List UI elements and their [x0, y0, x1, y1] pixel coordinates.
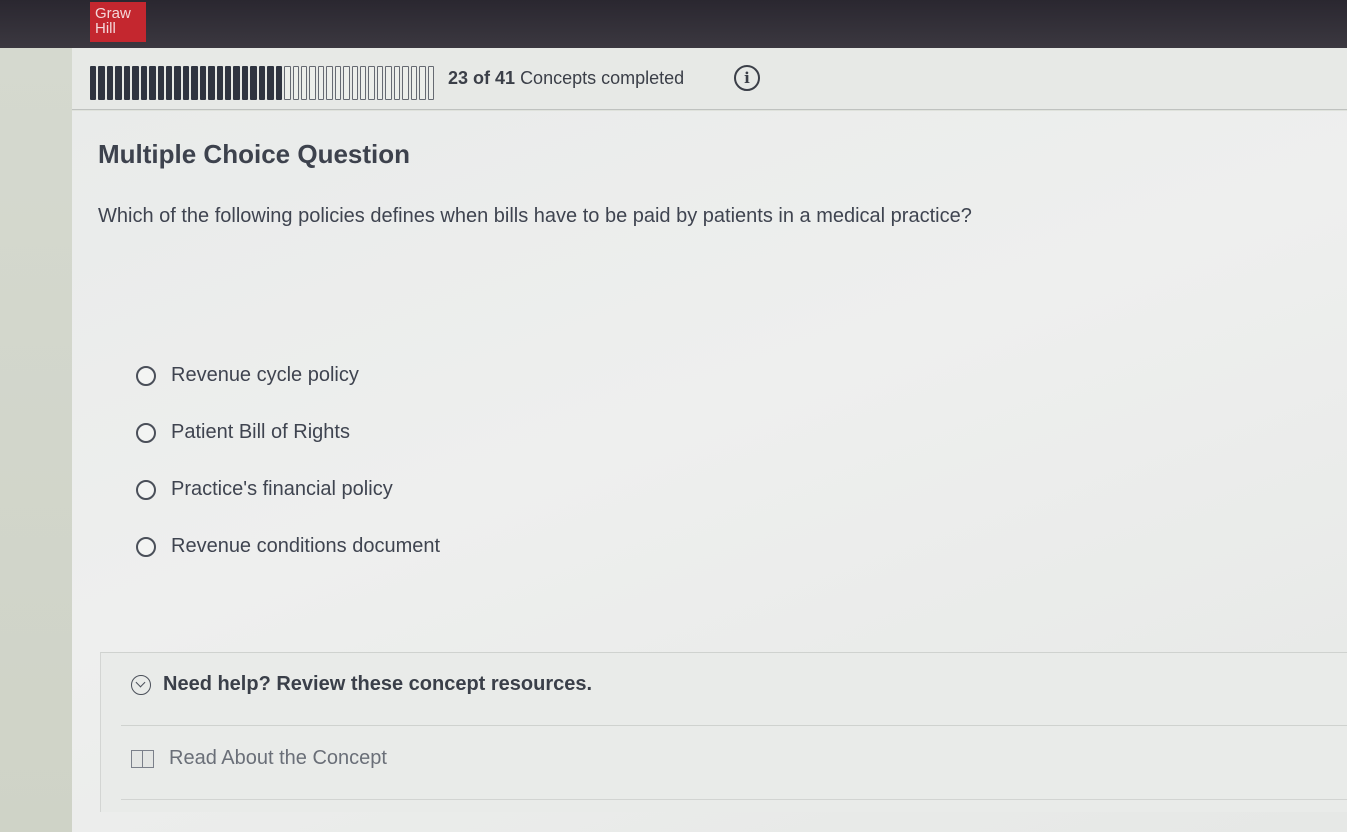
- progress-segment: [351, 66, 358, 100]
- progress-segment: [427, 66, 434, 100]
- progress-segment: [393, 66, 401, 100]
- answer-option-label[interactable]: Patient Bill of Rights: [171, 421, 350, 444]
- progress-segment: [300, 66, 308, 100]
- question-prompt: Which of the following policies defines …: [98, 205, 972, 227]
- answer-option-label[interactable]: Practice's financial policy: [171, 478, 393, 501]
- progress-segment: [309, 66, 316, 100]
- progress-segment: [208, 66, 215, 100]
- mcgraw-hill-logo: Graw Hill: [90, 2, 146, 42]
- progress-segment: [410, 66, 418, 100]
- logo-line-2: Hill: [95, 20, 116, 37]
- progress-segment: [199, 66, 207, 100]
- progress-segment: [157, 66, 164, 100]
- progress-segment: [334, 66, 342, 100]
- answer-option-label[interactable]: Revenue conditions document: [171, 535, 440, 558]
- need-help-label[interactable]: Need help? Review these concept resource…: [163, 673, 592, 696]
- progress-segment: [182, 66, 190, 100]
- info-icon[interactable]: i: [734, 65, 760, 91]
- progress-segment: [292, 66, 299, 100]
- concept-progress-bar: [90, 66, 436, 100]
- progress-segment: [225, 66, 232, 100]
- book-icon: [131, 749, 155, 768]
- divider: [121, 799, 1347, 800]
- read-about-concept-link[interactable]: Read About the Concept: [131, 747, 387, 770]
- concept-resources-panel: Need help? Review these concept resource…: [100, 652, 1347, 812]
- answer-option[interactable]: Revenue cycle policy: [136, 347, 440, 404]
- divider: [121, 725, 1347, 726]
- top-bar: Graw Hill: [0, 0, 1347, 48]
- progress-label: 23 of 41 Concepts completed: [448, 68, 684, 89]
- progress-segment: [275, 66, 283, 100]
- progress-segment: [149, 66, 156, 100]
- progress-segment: [385, 66, 392, 100]
- progress-segment: [123, 66, 131, 100]
- progress-segment: [267, 66, 274, 100]
- answer-options: Revenue cycle policy Patient Bill of Rig…: [136, 347, 440, 575]
- progress-segment: [233, 66, 240, 100]
- left-margin-panel: [0, 48, 72, 832]
- progress-segment: [402, 66, 409, 100]
- progress-segment: [132, 66, 139, 100]
- progress-count: 23 of 41: [448, 68, 516, 88]
- progress-segment: [317, 66, 325, 100]
- progress-segment: [258, 66, 266, 100]
- progress-segment: [419, 66, 426, 100]
- progress-segment: [343, 66, 350, 100]
- read-about-concept-label[interactable]: Read About the Concept: [169, 747, 387, 770]
- progress-segment: [376, 66, 384, 100]
- progress-segment: [115, 66, 122, 100]
- radio-button[interactable]: [136, 365, 156, 386]
- radio-button[interactable]: [136, 479, 156, 500]
- question-type-heading: Multiple Choice Question: [98, 139, 411, 169]
- progress-segment: [216, 66, 223, 100]
- progress-segment: [250, 66, 257, 100]
- progress-segment: [106, 66, 114, 100]
- progress-segment: [165, 66, 173, 100]
- progress-segment: [241, 66, 249, 100]
- need-help-toggle[interactable]: Need help? Review these concept resource…: [131, 673, 592, 696]
- chevron-down-icon[interactable]: [131, 674, 151, 695]
- radio-button[interactable]: [136, 536, 156, 557]
- progress-segment: [368, 66, 375, 100]
- progress-segment: [174, 66, 181, 100]
- progress-segment: [284, 66, 291, 100]
- logo-line-1: Graw: [95, 5, 131, 22]
- progress-segment: [140, 66, 148, 100]
- progress-segment: [98, 66, 105, 100]
- progress-segment: [326, 66, 333, 100]
- answer-option[interactable]: Practice's financial policy: [136, 461, 440, 518]
- progress-text: Concepts completed: [520, 68, 685, 88]
- question-panel: Multiple Choice Question Which of the fo…: [72, 111, 1347, 832]
- radio-button[interactable]: [136, 422, 156, 443]
- answer-option[interactable]: Patient Bill of Rights: [136, 404, 440, 461]
- progress-segment: [191, 66, 198, 100]
- progress-segment: [90, 66, 97, 100]
- answer-option[interactable]: Revenue conditions document: [136, 518, 440, 575]
- answer-option-label[interactable]: Revenue cycle policy: [171, 364, 359, 387]
- progress-segment: [360, 66, 367, 100]
- progress-strip: 23 of 41 Concepts completed i: [72, 48, 1347, 110]
